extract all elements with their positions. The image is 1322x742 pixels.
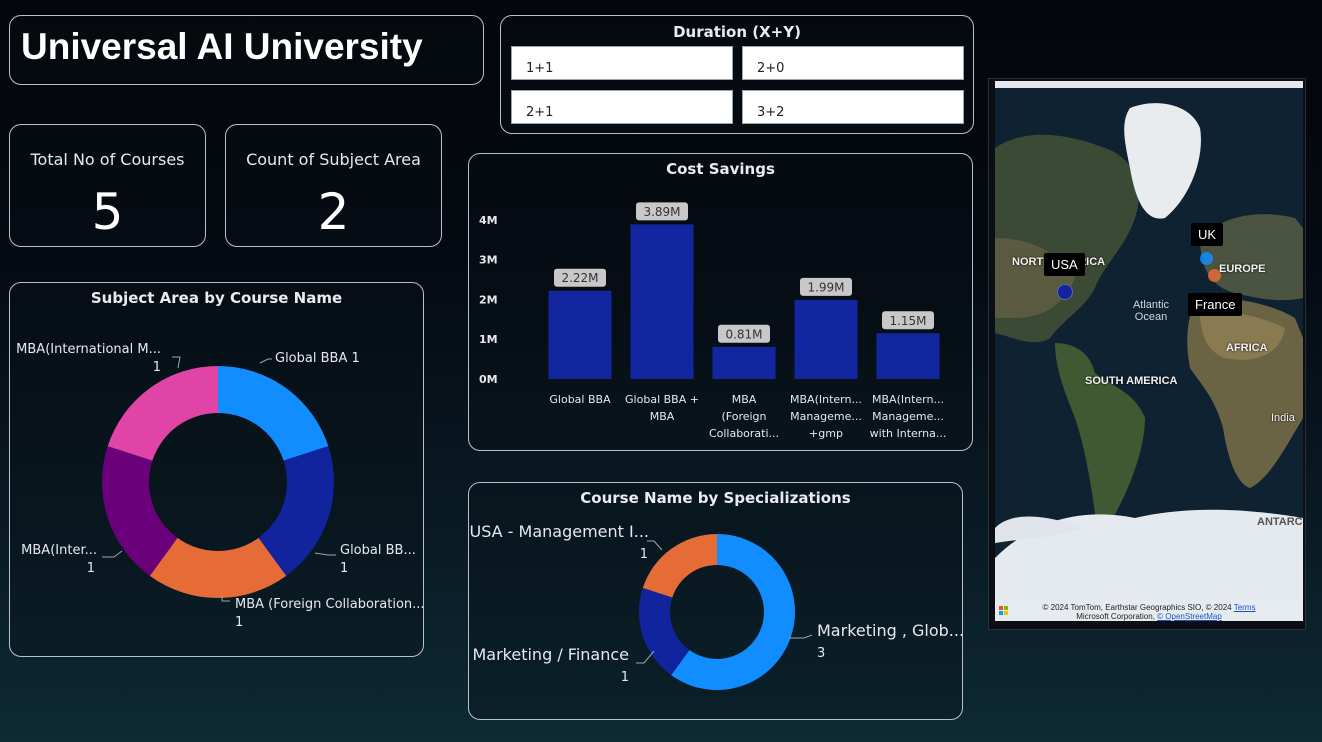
slice-count: 1 [621,670,629,685]
x-tick-label: Manageme... [872,410,944,423]
map-landmasses [995,88,1303,621]
map-tooltip-uk: UK [1191,223,1224,246]
slice-label: MBA (Foreign Collaboration... [235,597,425,612]
slice-count: 1 [340,561,348,576]
slice-label: MBA(Inter... [21,543,97,558]
kpi-value: 5 [91,183,124,241]
map-region-label: AFRICA [1226,342,1268,354]
slice-label: Global BB... [340,543,416,558]
subject-area-svg: Global BBA 1 Global BB... 1 MBA (Foreign Co… [16,342,425,630]
donut-slice[interactable] [107,366,218,461]
subject-area-chart[interactable]: Subject Area by Course Name Global BBA 1… [9,282,425,657]
x-tick-label: MBA [732,393,757,406]
leader-line [102,550,123,558]
donut-slice[interactable] [218,366,329,461]
x-tick-label: +gmp [809,427,843,440]
slicer-title: Duration (X+Y) [673,23,801,41]
map-marker-usa[interactable] [1057,284,1073,300]
data-label: 0.81M [725,327,762,341]
kpi-value: 2 [317,183,350,241]
slice-count: 1 [153,360,161,375]
map-tooltip-usa: USA [1044,253,1085,276]
slice-count: 1 [87,561,95,576]
duration-slicer: Duration (X+Y) 1+1 2+0 2+1 3+2 [500,15,974,134]
x-tick-label: with Interna... [870,427,947,440]
bar[interactable] [712,346,776,379]
leader-line [647,540,663,551]
slicer-option[interactable]: 3+2 [742,90,964,124]
x-tick-label: Global BBA [549,393,611,406]
map-region-label: SOUTH AMERICA [1085,375,1178,387]
kpi-subject-area-count[interactable]: Count of Subject Area 2 [225,124,442,247]
donut-slice[interactable] [642,534,717,598]
x-tick-label: MBA [650,410,675,423]
map-ocean-label: Atlantic Ocean [1132,299,1170,323]
data-label: 1.99M [807,280,844,294]
y-tick-label: 0M [479,373,498,386]
slice-label: Global BBA 1 [275,351,360,366]
map-region-label: EUROPE [1219,263,1266,275]
x-tick-label: Global BBA + [625,393,699,406]
map-tooltip-france: France [1188,293,1243,316]
cost-savings-svg: 0M 1M 2M 3M 4M 2.22M Global BBA 3.89M Global BBA… [479,202,947,440]
leader-line [259,358,272,364]
slice-label: MBA(International M... [16,342,161,357]
slice-count: 1 [235,615,243,630]
data-label: 2.22M [561,271,598,285]
map-attribution: © 2024 TomTom, Earthstar Geographics SIO… [995,601,1303,621]
y-tick-label: 4M [479,214,498,227]
slice-count: 1 [640,547,648,562]
x-tick-label: MBA(Intern... [872,393,944,406]
slice-label: USA - Management I... [469,522,649,541]
slicer-option[interactable]: 1+1 [511,46,733,80]
slice-label: Marketing , Glob... [817,621,964,640]
data-label: 3.89M [643,205,680,219]
y-tick-label: 1M [479,333,498,346]
bar[interactable] [548,290,612,379]
leader-line [314,552,336,556]
cost-savings-chart[interactable]: Cost Savings 0M 1M 2M 3M 4M 2.22M Global BBA 3.… [468,153,973,451]
map-marker-france[interactable] [1208,269,1221,282]
x-tick-label: Manageme... [790,410,862,423]
x-tick-label: MBA(Intern... [790,393,862,406]
kpi-label: Count of Subject Area [246,150,421,169]
report-title: Universal AI University [21,26,423,67]
terms-link[interactable]: Terms [1234,603,1256,612]
y-tick-label: 2M [479,293,498,306]
kpi-label: Total No of Courses [30,150,185,169]
world-map[interactable]: NORTH AMERICA EUROPE AFRICA SOUTH AMERIC… [995,81,1303,621]
bar[interactable] [630,224,694,379]
specializations-svg: Marketing , Glob... 3 Marketing / Finance 1… [469,522,964,690]
map-region-label: India [1271,412,1295,424]
microsoft-logo-icon [999,606,1009,616]
y-tick-label: 3M [479,254,498,267]
map-visual[interactable]: NORTH AMERICA EUROPE AFRICA SOUTH AMERIC… [988,78,1306,630]
bar[interactable] [876,333,940,379]
slicer-option[interactable]: 2+0 [742,46,964,80]
x-tick-label: Collaborati... [709,427,779,440]
map-marker-uk[interactable] [1200,252,1213,265]
leader-line [789,634,813,639]
map-region-label: ANTARC [1257,516,1303,528]
openstreetmap-link[interactable]: © OpenStreetMap [1157,612,1222,621]
data-label: 1.15M [889,314,926,328]
title-card: Universal AI University [9,15,484,85]
specializations-chart[interactable]: Course Name by Specializations Marketing… [468,482,964,720]
kpi-total-courses[interactable]: Total No of Courses 5 [9,124,206,247]
bar[interactable] [794,299,858,379]
slice-count: 3 [817,646,825,661]
x-tick-label: (Foreign [721,410,766,423]
leader-line [172,356,181,369]
slicer-option[interactable]: 2+1 [511,90,733,124]
slice-label: Marketing / Finance [472,645,629,664]
